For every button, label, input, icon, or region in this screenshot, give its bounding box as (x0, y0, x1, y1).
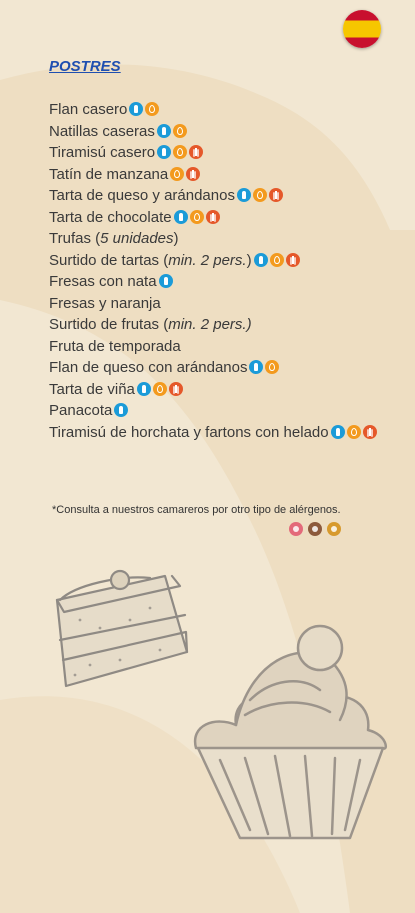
cupcake-illustration (193, 624, 387, 840)
